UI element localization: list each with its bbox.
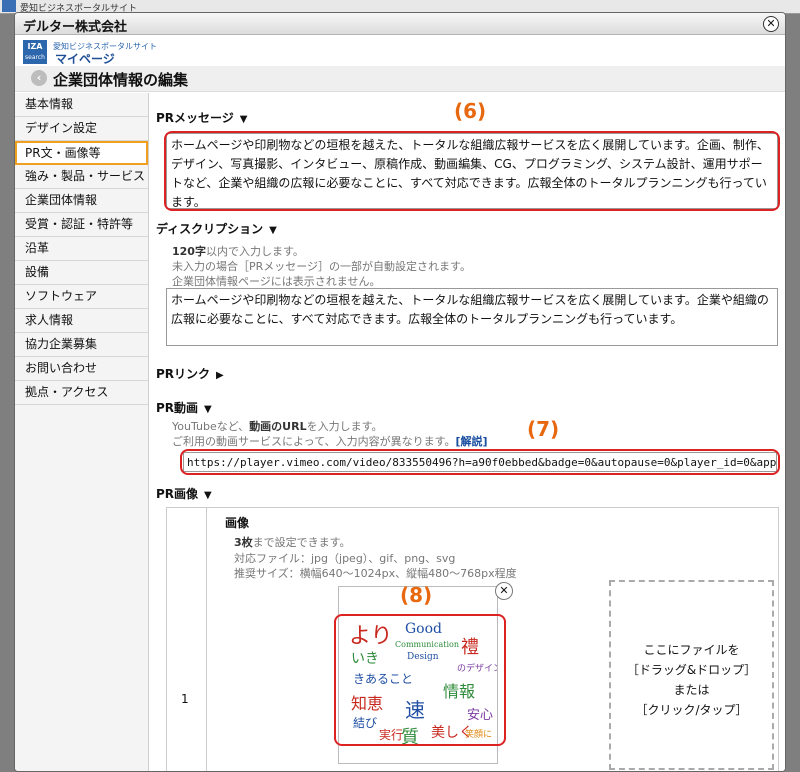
collapse-icon: ▼ [204, 404, 212, 415]
close-icon[interactable]: ✕ [763, 16, 779, 32]
image-file-types: 対応ファイル：jpg（jpeg）、gif、png、svg [234, 552, 456, 565]
iza-logo: IZA search [23, 40, 47, 64]
image-row-index-cell: 1 [167, 508, 207, 771]
file-dropzone[interactable]: ここにファイルを ［ドラッグ&ドロップ］ または ［クリック/タップ］ [609, 580, 774, 770]
image-count-text: まで設定できます。 [252, 536, 351, 549]
sidebar-item-software[interactable]: ソフトウェア [15, 285, 148, 309]
sidebar-item-jobs[interactable]: 求人情報 [15, 309, 148, 333]
iza-logo-text: IZA [27, 42, 43, 51]
main-content: PRメッセージ ▼ (6) ホームページや印刷物などの垣根を越えた、トータルな組織… [150, 93, 785, 771]
collapse-icon: ▼ [269, 225, 277, 236]
page-title: 企業団体情報の編集 [53, 71, 189, 89]
description-textarea[interactable]: ホームページや印刷物などの垣根を越えた、トータルな組織広報サービスを広く展開して… [166, 288, 778, 346]
sidebar-item-contact[interactable]: お問い合わせ [15, 357, 148, 381]
dropzone-line3: または [673, 683, 710, 697]
pr-video-note1-post: を入力します。 [306, 420, 383, 433]
sidebar-item-locations[interactable]: 拠点・アクセス [15, 381, 148, 405]
pr-image-heading[interactable]: PR画像 ▼ [156, 485, 212, 502]
annotation-label-6: (6) [454, 99, 487, 123]
collage-word: いき [351, 651, 379, 667]
sidebar-item-strengths[interactable]: 強み・製品・サービス [15, 165, 148, 189]
image-row-index: 1 [181, 692, 189, 706]
description-limit-note: 120字以内で入力します。 [172, 244, 304, 259]
pr-link-title: PRリンク [156, 367, 211, 381]
collage-word: 笑顔に [465, 728, 492, 740]
description-note1: 以内で入力します。 [205, 245, 304, 258]
collage-word: きあること [353, 672, 413, 686]
collage-word: 質 [401, 727, 419, 748]
sidebar-item-basic-info[interactable]: 基本情報 [15, 93, 148, 117]
image-thumbnail-card[interactable]: より いき きあること Good Communication Design 禮 … [338, 586, 502, 764]
collage-word: Good [405, 621, 442, 637]
dropzone-line4: ［クリック/タップ］ [635, 703, 748, 717]
page-header: ‹ 企業団体情報の編集 [15, 66, 785, 92]
collage-word: のデザイン [457, 662, 497, 674]
pr-link-heading[interactable]: PRリンク ▶ [156, 365, 224, 382]
edit-modal: デルター株式会社 ✕ IZA search 愛知ビジネスポータルサイト マイペー… [14, 12, 786, 772]
pr-video-note1-bold: 動画のURL [249, 420, 307, 433]
image-count: 3枚 [234, 536, 253, 549]
description-note2: 未入力の場合［PRメッセージ］の一部が自動設定されます。 [172, 260, 471, 273]
collage-word: 知恵 [351, 694, 383, 713]
collage-word: 情報 [443, 682, 475, 701]
sidebar-item-equipment[interactable]: 設備 [15, 261, 148, 285]
collage-word: 安心 [467, 708, 493, 723]
dropzone-line1: ここにファイルを [643, 643, 740, 657]
collage-word: より [349, 624, 393, 649]
remove-image-icon[interactable]: ✕ [495, 582, 513, 600]
annotation-label-7: (7) [527, 417, 560, 441]
pr-video-note2-text: ご利用の動画サービスによって、入力内容が異なります。 [172, 435, 456, 448]
pr-message-textarea[interactable]: ホームページや印刷物などの垣根を越えた、トータルな組織広報サービスを広く展開して… [166, 133, 778, 209]
collage-word: 結び [353, 716, 377, 730]
image-recommended-size: 推奨サイズ：横幅640〜1024px、縦幅480〜768px程度 [234, 567, 517, 580]
description-title: ディスクリプション [156, 222, 264, 236]
iza-logo-sub: search [25, 54, 45, 61]
brand-section: マイページ [55, 52, 115, 66]
pr-video-note1: YouTubeなど、動画のURLを入力します。 [172, 419, 383, 434]
sidebar-item-history[interactable]: 沿革 [15, 237, 148, 261]
help-link[interactable]: [解説] [455, 435, 487, 448]
company-name: デルター株式会社 [23, 20, 128, 35]
dropzone-line2: ［ドラッグ&ドロップ］ [626, 663, 757, 677]
annotation-label-8: (8) [400, 583, 433, 607]
back-icon[interactable]: ‹ [31, 70, 47, 86]
image-column-title: 画像 [225, 516, 250, 530]
sidebar-item-pr-text-images[interactable]: PR文・画像等 [15, 141, 148, 165]
pr-video-title: PR動画 [156, 401, 199, 415]
sidebar-item-awards[interactable]: 受賞・認証・特許等 [15, 213, 148, 237]
image-count-note: 3枚まで設定できます。 [234, 535, 351, 550]
pr-message-heading[interactable]: PRメッセージ ▼ [156, 109, 248, 126]
collage-word: 実行 [379, 727, 403, 742]
pr-video-heading[interactable]: PR動画 ▼ [156, 399, 212, 416]
sidebar-item-partners[interactable]: 協力企業募集 [15, 333, 148, 357]
description-limit: 120字 [172, 245, 206, 258]
collage-word: 速 [405, 698, 425, 722]
collapse-icon: ▼ [204, 490, 212, 501]
sidebar-item-org-info[interactable]: 企業団体情報 [15, 189, 148, 213]
description-heading[interactable]: ディスクリプション ▼ [156, 220, 277, 237]
description-note3: 企業団体情報ページには表示されません。 [172, 275, 381, 288]
pr-video-note1-pre: YouTubeなど、 [172, 420, 250, 433]
pr-video-note2: ご利用の動画サービスによって、入力内容が異なります。[解説] [172, 434, 488, 449]
expand-icon: ▶ [216, 370, 224, 381]
sidebar-nav: 基本情報 デザイン設定 PR文・画像等 強み・製品・サービス 企業団体情報 受賞… [15, 93, 149, 771]
brand-bar: IZA search 愛知ビジネスポータルサイト マイページ [15, 36, 785, 66]
background-logo [2, 0, 16, 12]
collage-word: 禮 [461, 637, 479, 658]
collage-word: Design [407, 652, 439, 662]
collapse-icon: ▼ [239, 114, 248, 125]
image-thumbnail: より いき きあること Good Communication Design 禮 … [339, 587, 502, 763]
pr-image-title: PR画像 [156, 487, 199, 501]
modal-titlebar: デルター株式会社 ✕ [15, 13, 785, 35]
video-url-input[interactable]: https://player.vimeo.com/video/833550496… [183, 452, 777, 472]
sidebar-item-design-settings[interactable]: デザイン設定 [15, 117, 148, 141]
pr-message-title: PRメッセージ [156, 111, 234, 125]
collage-word: Communication [395, 640, 459, 649]
